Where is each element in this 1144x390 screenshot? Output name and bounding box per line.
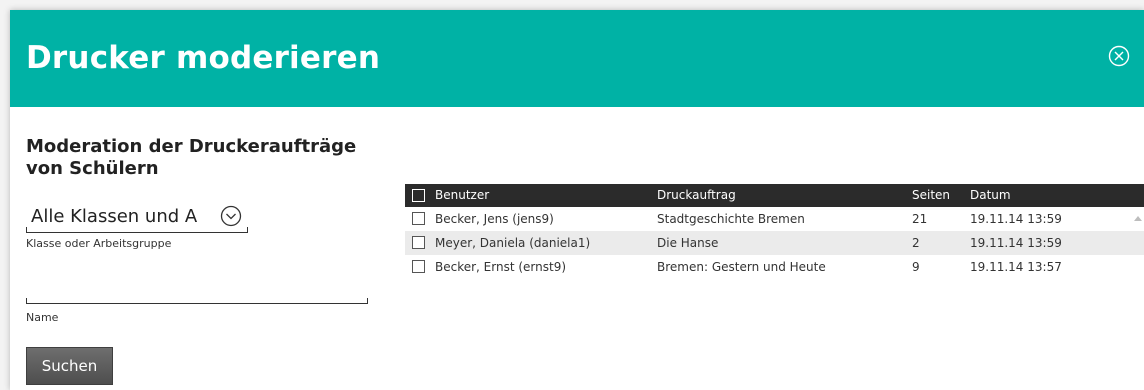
cell-job: Bremen: Gestern und Heute: [657, 260, 826, 274]
scroll-up-arrow-icon[interactable]: [1134, 216, 1142, 221]
cell-user: Becker, Ernst (ernst9): [435, 260, 567, 274]
cell-date: 19.11.14 13:59: [970, 212, 1062, 226]
name-input[interactable]: [26, 288, 368, 302]
table-row[interactable]: Becker, Ernst (ernst9) Bremen: Gestern u…: [405, 255, 1144, 279]
close-icon[interactable]: [1108, 45, 1130, 67]
class-select[interactable]: Alle Klassen und A: [26, 203, 248, 233]
cell-pages: 9: [912, 260, 920, 274]
row-checkbox[interactable]: [412, 260, 425, 273]
chevron-down-icon[interactable]: [220, 205, 242, 227]
cell-date: 19.11.14 13:57: [970, 260, 1062, 274]
dialog-title: Drucker moderieren: [26, 40, 381, 76]
column-header-pages[interactable]: Seiten: [912, 184, 950, 207]
row-checkbox[interactable]: [412, 236, 425, 249]
search-button[interactable]: Suchen: [26, 347, 113, 385]
print-jobs-table: Benutzer Druckauftrag Seiten Datum Becke…: [405, 184, 1144, 279]
cell-date: 19.11.14 13:59: [970, 236, 1062, 250]
cell-pages: 2: [912, 236, 920, 250]
table-row[interactable]: Meyer, Daniela (daniela1) Die Hanse 2 19…: [405, 231, 1144, 255]
name-label: Name: [26, 311, 59, 324]
select-all-checkbox[interactable]: [412, 189, 425, 202]
class-select-underline: [26, 227, 248, 233]
cell-job: Die Hanse: [657, 236, 719, 250]
cell-pages: 21: [912, 212, 928, 226]
table-row[interactable]: Becker, Jens (jens9) Stadtgeschichte Bre…: [405, 207, 1144, 231]
column-header-date[interactable]: Datum: [970, 184, 1011, 207]
cell-user: Becker, Jens (jens9): [435, 212, 554, 226]
section-heading: Moderation der Druckeraufträge von Schül…: [26, 136, 357, 179]
cell-user: Meyer, Daniela (daniela1): [435, 236, 591, 250]
class-select-value: Alle Klassen und A: [31, 206, 198, 227]
cell-job: Stadtgeschichte Bremen: [657, 212, 805, 226]
column-header-user[interactable]: Benutzer: [435, 184, 489, 207]
column-header-job[interactable]: Druckauftrag: [657, 184, 736, 207]
print-moderation-dialog: Drucker moderieren Moderation der Drucke…: [10, 10, 1144, 390]
table-header: Benutzer Druckauftrag Seiten Datum: [405, 184, 1144, 207]
row-checkbox[interactable]: [412, 212, 425, 225]
class-select-label: Klasse oder Arbeitsgruppe: [26, 237, 172, 250]
dialog-header: Drucker moderieren: [10, 10, 1144, 107]
